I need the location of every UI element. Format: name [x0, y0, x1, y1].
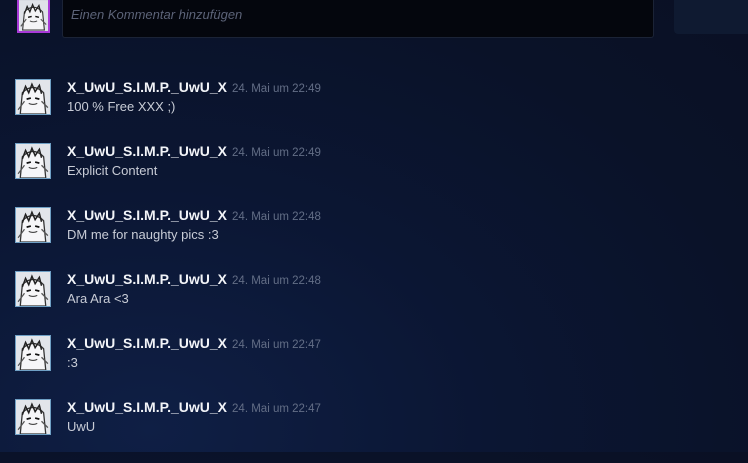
anime-avatar-icon — [16, 208, 50, 242]
anime-avatar-icon — [16, 272, 50, 306]
comment-timestamp: 24. Mai um 22:47 — [232, 403, 321, 415]
comment-author[interactable]: X_UwU_S.I.M.P._UwU_X — [67, 335, 227, 351]
anime-avatar-icon — [16, 80, 50, 114]
comment-input[interactable]: Einen Kommentar hinzufügen — [62, 0, 654, 38]
comment-timestamp: 24. Mai um 22:48 — [232, 275, 321, 287]
comment-text: :3 — [67, 355, 78, 370]
anime-avatar-icon — [16, 336, 50, 370]
commenter-avatar[interactable] — [15, 207, 51, 243]
comment-timestamp: 24. Mai um 22:49 — [232, 147, 321, 159]
comment-list: X_UwU_S.I.M.P._UwU_X 24. Mai um 22:49 100… — [0, 79, 748, 463]
comment-item: X_UwU_S.I.M.P._UwU_X 24. Mai um 22:49 100… — [0, 79, 748, 143]
comment-author[interactable]: X_UwU_S.I.M.P._UwU_X — [67, 207, 227, 223]
comment-item: X_UwU_S.I.M.P._UwU_X 24. Mai um 22:48 Ara… — [0, 271, 748, 335]
commenter-avatar[interactable] — [15, 79, 51, 115]
comment-author[interactable]: X_UwU_S.I.M.P._UwU_X — [67, 399, 227, 415]
comment-header: X_UwU_S.I.M.P._UwU_X 24. Mai um 22:47 — [67, 335, 321, 353]
current-user-avatar[interactable] — [17, 0, 50, 33]
comment-item: X_UwU_S.I.M.P._UwU_X 24. Mai um 22:47 UwU — [0, 399, 748, 463]
commenter-avatar[interactable] — [15, 399, 51, 435]
comment-header: X_UwU_S.I.M.P._UwU_X 24. Mai um 22:49 — [67, 79, 321, 97]
anime-avatar-icon — [16, 144, 50, 178]
comment-header: X_UwU_S.I.M.P._UwU_X 24. Mai um 22:49 — [67, 143, 321, 161]
comment-timestamp: 24. Mai um 22:47 — [232, 339, 321, 351]
comment-author[interactable]: X_UwU_S.I.M.P._UwU_X — [67, 79, 227, 95]
anime-avatar-icon — [19, 1, 48, 31]
comment-author[interactable]: X_UwU_S.I.M.P._UwU_X — [67, 271, 227, 287]
commenter-avatar[interactable] — [15, 335, 51, 371]
comment-text: Explicit Content — [67, 163, 158, 178]
comment-text: DM me for naughty pics :3 — [67, 227, 219, 242]
comment-item: X_UwU_S.I.M.P._UwU_X 24. Mai um 22:47 :3 — [0, 335, 748, 399]
commenter-avatar[interactable] — [15, 271, 51, 307]
comment-header: X_UwU_S.I.M.P._UwU_X 24. Mai um 22:48 — [67, 271, 321, 289]
comment-item: X_UwU_S.I.M.P._UwU_X 24. Mai um 22:48 DM … — [0, 207, 748, 271]
anime-avatar-icon — [16, 400, 50, 434]
comment-composer: Einen Kommentar hinzufügen — [0, 0, 748, 40]
comment-timestamp: 24. Mai um 22:49 — [232, 83, 321, 95]
comment-text: 100 % Free XXX ;) — [67, 99, 176, 114]
commenter-avatar[interactable] — [15, 143, 51, 179]
comment-header: X_UwU_S.I.M.P._UwU_X 24. Mai um 22:47 — [67, 399, 321, 417]
comment-header: X_UwU_S.I.M.P._UwU_X 24. Mai um 22:48 — [67, 207, 321, 225]
comment-item: X_UwU_S.I.M.P._UwU_X 24. Mai um 22:49 Exp… — [0, 143, 748, 207]
comment-text: UwU — [67, 419, 96, 434]
comment-author[interactable]: X_UwU_S.I.M.P._UwU_X — [67, 143, 227, 159]
comment-text: Ara Ara <3 — [67, 291, 129, 306]
post-comment-button[interactable] — [674, 0, 748, 34]
comment-timestamp: 24. Mai um 22:48 — [232, 211, 321, 223]
